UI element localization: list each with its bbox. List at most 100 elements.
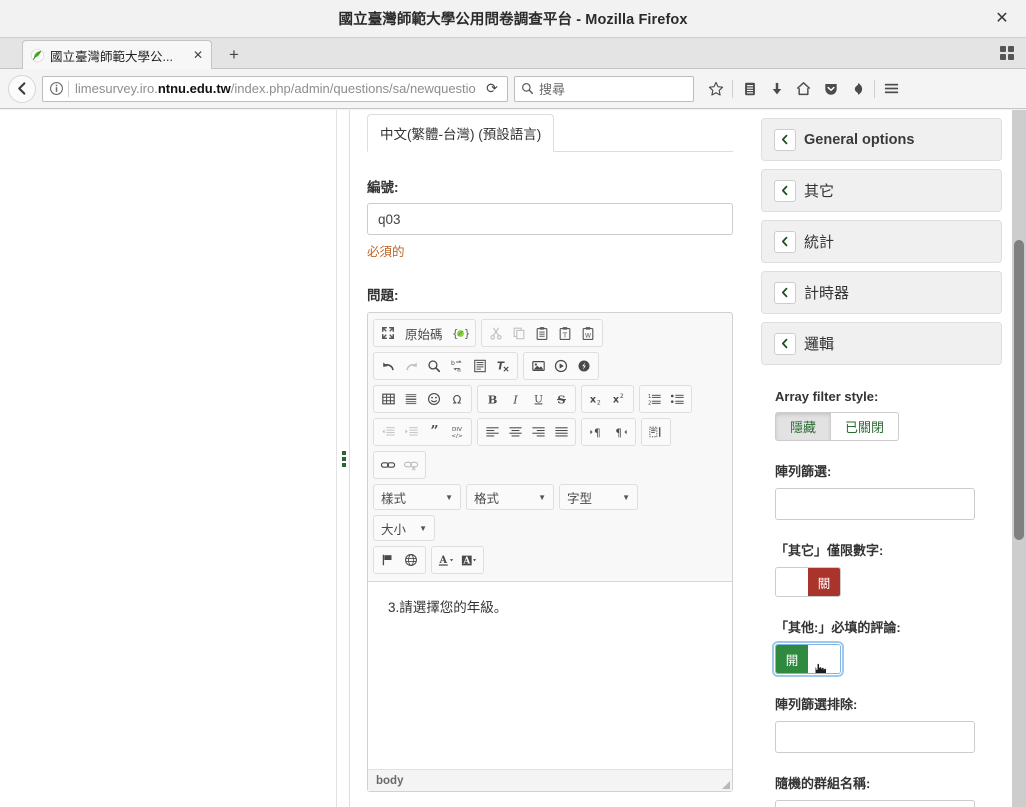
paste-as-plain-text-icon[interactable]: T [554, 322, 576, 344]
redo-icon[interactable] [400, 355, 422, 377]
paste-icon[interactable] [531, 322, 553, 344]
find-icon[interactable] [423, 355, 445, 377]
tab-close-icon[interactable]: ✕ [191, 48, 205, 62]
table-icon[interactable] [377, 388, 399, 410]
random-group-name-input[interactable] [775, 800, 975, 807]
chevron-left-icon[interactable] [774, 179, 796, 202]
identity-info-icon[interactable] [49, 81, 64, 96]
menu-icon[interactable] [878, 76, 905, 102]
font-combo[interactable]: 字型 ▼ [559, 484, 638, 510]
bulleted-list-icon[interactable] [666, 388, 688, 410]
page-scrollbar-thumb[interactable] [1014, 240, 1024, 540]
maximize-icon[interactable] [377, 322, 399, 344]
switch-on-label[interactable]: 開 [776, 645, 808, 673]
bold-icon[interactable]: B [481, 388, 503, 410]
cut-icon[interactable] [485, 322, 507, 344]
create-div-icon[interactable]: DIV </> [446, 421, 468, 443]
url-bar[interactable]: limesurvey.iro.ntnu.edu.tw/index.php/adm… [42, 75, 508, 102]
strike-icon[interactable]: S [550, 388, 572, 410]
chevron-left-icon[interactable] [774, 230, 796, 253]
show-blocks-icon[interactable] [645, 421, 667, 443]
format-combo[interactable]: 格式 ▼ [466, 484, 554, 510]
styles-combo[interactable]: 樣式 ▼ [373, 484, 461, 510]
align-justify-icon[interactable] [550, 421, 572, 443]
bg-color-icon[interactable]: A [458, 549, 480, 571]
outdent-icon[interactable] [377, 421, 399, 443]
text-direction-rtl-icon[interactable]: ¶ [609, 421, 632, 443]
new-tab-button[interactable]: + [224, 46, 244, 63]
superscript-icon[interactable]: x2 [608, 388, 630, 410]
other-numbers-only-switch[interactable]: 關 [775, 567, 841, 597]
italic-icon[interactable]: I [504, 388, 526, 410]
question-settings-column: General options 其它 統計 計時器 邏輯 Array filte… [751, 110, 1012, 807]
blockquote-icon[interactable]: ” [423, 421, 445, 443]
sync-icon[interactable] [844, 76, 871, 102]
select-all-icon[interactable] [469, 355, 491, 377]
library-icon[interactable] [736, 76, 763, 102]
chevron-left-icon[interactable] [774, 281, 796, 304]
chevron-left-icon[interactable] [774, 332, 796, 355]
sidebar-panel-timer[interactable]: 計時器 [761, 271, 1002, 314]
text-direction-ltr-icon[interactable]: ¶ [585, 421, 608, 443]
tab-title: 國立臺灣師範大學公... [50, 49, 173, 64]
array-filter-style-option-disabled[interactable]: 已關閉 [831, 412, 899, 441]
font-size-combo[interactable]: 大小 ▼ [373, 515, 435, 541]
indent-icon[interactable] [400, 421, 422, 443]
downloads-icon[interactable] [763, 76, 790, 102]
chevron-left-icon[interactable] [774, 128, 796, 151]
svg-text:</>: </> [451, 433, 463, 439]
source-button[interactable]: 原始碼 [400, 322, 448, 344]
editor-toolbar-row: 原始碼 { } [373, 319, 727, 347]
media-icon[interactable] [550, 355, 572, 377]
align-center-icon[interactable] [504, 421, 526, 443]
column-splitter-handle[interactable] [338, 110, 350, 807]
underline-icon[interactable]: U [527, 388, 549, 410]
code-input[interactable]: q03 [367, 203, 733, 235]
search-bar[interactable]: 搜尋 [514, 75, 694, 102]
tab-language-zh-tw[interactable]: 中文(繁體-台灣) (預設語言) [367, 114, 555, 152]
editor-group-insert2: Ω [373, 385, 472, 413]
link-icon[interactable] [377, 454, 399, 476]
replace-icon[interactable]: ba [446, 355, 468, 377]
horizontal-rule-icon[interactable] [400, 388, 422, 410]
other-comment-mandatory-switch[interactable]: 開 [772, 641, 844, 677]
back-button[interactable] [8, 74, 36, 103]
array-filter-input[interactable] [775, 488, 975, 520]
image-icon[interactable] [527, 355, 549, 377]
home-icon[interactable] [790, 76, 817, 102]
editor-content-area[interactable]: 3.請選擇您的年級。 [368, 581, 732, 769]
sidebar-panel-other[interactable]: 其它 [761, 169, 1002, 212]
search-input[interactable]: 搜尋 [539, 79, 565, 98]
align-right-icon[interactable] [527, 421, 549, 443]
pocket-icon[interactable] [817, 76, 844, 102]
page-scrollbar[interactable] [1012, 110, 1026, 807]
star-icon[interactable] [702, 76, 729, 102]
paste-from-word-icon[interactable]: W [577, 322, 599, 344]
browser-tab[interactable]: 國立臺灣師範大學公... ✕ [22, 40, 212, 69]
array-filter-style-option-hidden[interactable]: 隱藏 [775, 412, 831, 441]
array-filter-exclusion-input[interactable] [775, 721, 975, 753]
align-left-icon[interactable] [481, 421, 503, 443]
list-all-tabs-icon[interactable] [1000, 46, 1016, 62]
sidebar-panel-logic[interactable]: 邏輯 [761, 322, 1002, 365]
window-close-button[interactable]: ✕ [992, 10, 1012, 27]
flash-icon[interactable] [573, 355, 595, 377]
remove-format-icon[interactable]: T [492, 355, 514, 377]
unlink-icon[interactable] [400, 454, 422, 476]
text-color-icon[interactable]: A [435, 549, 457, 571]
svg-text:a: a [457, 366, 461, 373]
reload-icon[interactable]: ⟳ [481, 80, 503, 97]
special-char-icon[interactable]: Ω [446, 388, 468, 410]
copy-icon[interactable] [508, 322, 530, 344]
limereplacement-icon[interactable]: { } [449, 322, 472, 344]
numbered-list-icon[interactable]: 12 [643, 388, 665, 410]
subscript-icon[interactable]: x2 [585, 388, 607, 410]
undo-icon[interactable] [377, 355, 399, 377]
flag-icon[interactable] [377, 549, 399, 571]
sidebar-panel-general-options[interactable]: General options [761, 118, 1002, 161]
smiley-icon[interactable] [423, 388, 445, 410]
sidebar-panel-statistics[interactable]: 統計 [761, 220, 1002, 263]
switch-off-label[interactable]: 關 [808, 568, 840, 596]
editor-resize-handle[interactable] [722, 781, 730, 789]
globe-icon[interactable] [400, 549, 422, 571]
